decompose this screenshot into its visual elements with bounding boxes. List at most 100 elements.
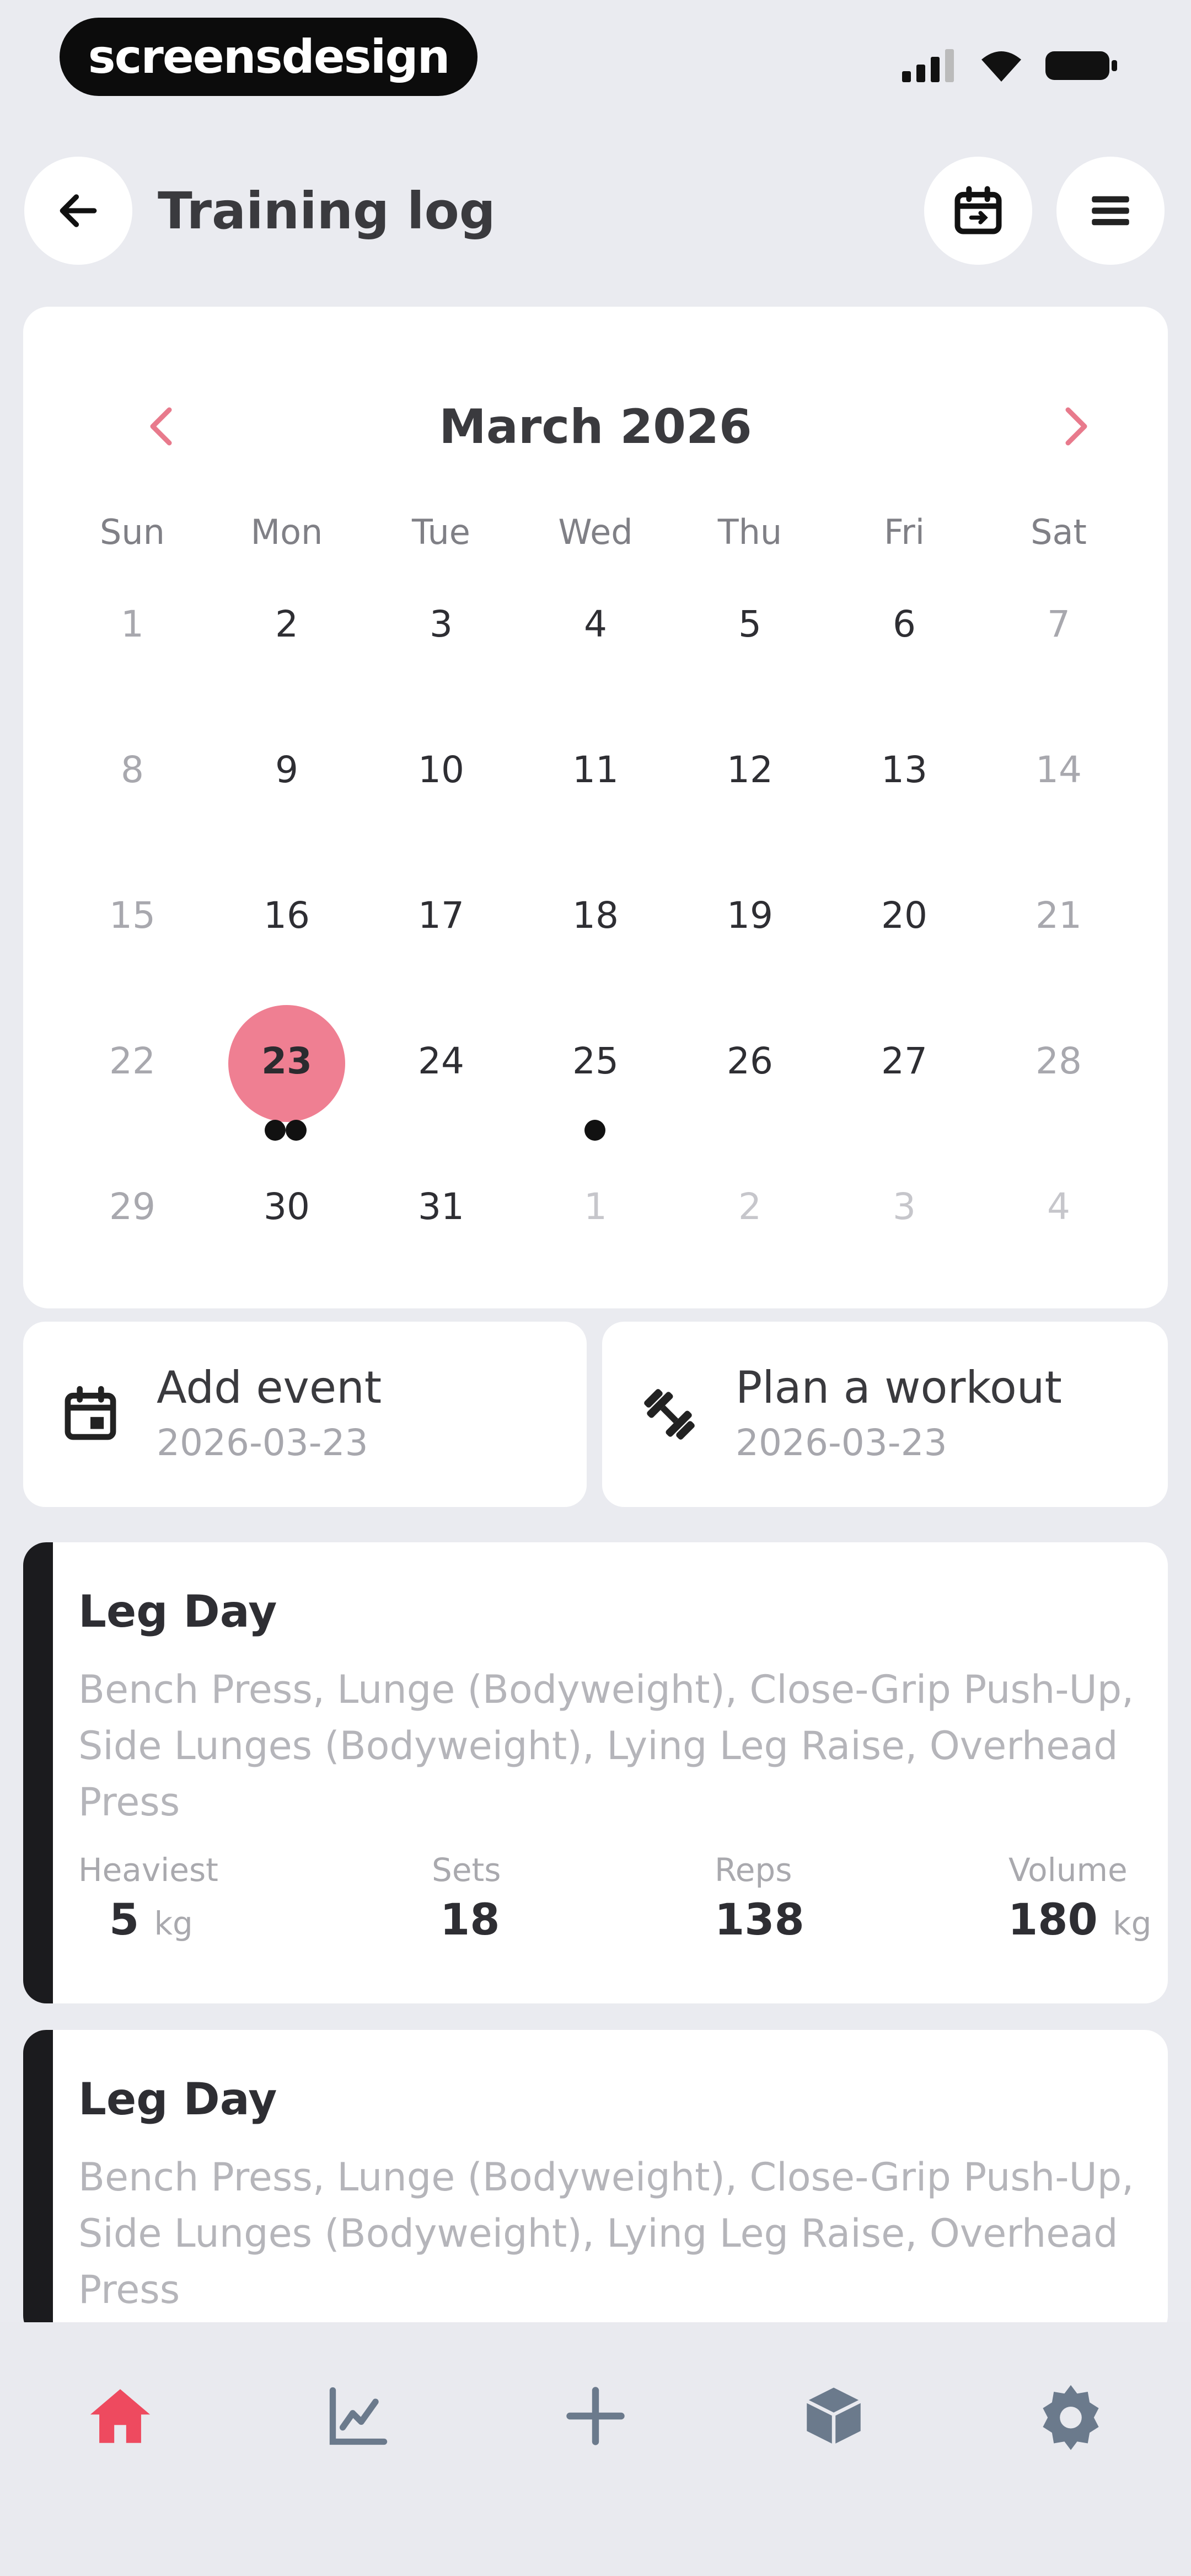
- calendar-day[interactable]: 7: [1004, 602, 1114, 646]
- workout-accent-bar: [23, 2030, 53, 2339]
- weekday-thu: Thu: [717, 512, 782, 552]
- chevron-right-icon: [1065, 407, 1087, 446]
- calendar-day[interactable]: 4: [540, 602, 651, 646]
- nav-settings[interactable]: [1027, 2372, 1115, 2460]
- add-event-date: 2026-03-23: [157, 1421, 368, 1464]
- calendar-day[interactable]: 11: [540, 748, 651, 792]
- nav-library[interactable]: [790, 2372, 878, 2460]
- workout-accent-bar: [23, 1542, 53, 2003]
- calendar-day[interactable]: 12: [695, 748, 805, 792]
- calendar-day[interactable]: 17: [386, 894, 496, 938]
- box-icon: [806, 2387, 862, 2445]
- weekday-sun: Sun: [100, 512, 165, 552]
- battery-icon: [1045, 51, 1117, 80]
- workout-title: Leg Day: [78, 2073, 277, 2125]
- stat-reps-label: Reps: [715, 1851, 792, 1889]
- add-event-label: Add event: [157, 1362, 382, 1413]
- plus-icon: [566, 2387, 625, 2445]
- calendar-day[interactable]: 16: [232, 894, 342, 938]
- calendar-day[interactable]: 2: [695, 1185, 805, 1229]
- brand-badge: screensdesign: [60, 18, 478, 96]
- nav-add[interactable]: [551, 2372, 640, 2460]
- page-title: Training log: [158, 181, 496, 241]
- stat-volume-label: Volume: [1008, 1851, 1128, 1889]
- calendar-day[interactable]: 20: [849, 894, 959, 938]
- stat-heaviest-value: 5 kg: [109, 1895, 193, 1945]
- workout-exercises: Bench Press, Lunge (Bodyweight), Close-G…: [78, 1667, 1134, 1825]
- home-icon: [90, 2389, 151, 2443]
- chart-icon: [329, 2387, 388, 2445]
- calendar-day[interactable]: 30: [232, 1185, 342, 1229]
- calendar-day[interactable]: 15: [77, 894, 187, 938]
- training-log-screen: screensdesign Training log March 2026 Su…: [0, 0, 1191, 2576]
- calendar-day[interactable]: 10: [386, 748, 496, 792]
- workout-card[interactable]: Leg Day Bench Press, Lunge (Bodyweight),…: [23, 1542, 1168, 2003]
- back-button[interactable]: [24, 157, 132, 265]
- status-icons: [902, 49, 1118, 83]
- calendar-day[interactable]: 19: [695, 894, 805, 938]
- dumbbell-icon: [644, 1389, 695, 1440]
- event-dot: [265, 1120, 286, 1141]
- calendar-day[interactable]: 3: [849, 1185, 959, 1229]
- weekday-wed: Wed: [558, 512, 633, 552]
- calendar-day[interactable]: 14: [1004, 748, 1114, 792]
- event-dot: [286, 1120, 307, 1141]
- calendar-day[interactable]: 5: [695, 602, 805, 646]
- calendar-day[interactable]: 18: [540, 894, 651, 938]
- calendar-day[interactable]: 27: [849, 1039, 959, 1083]
- weekday-sat: Sat: [1031, 512, 1087, 552]
- calendar-day[interactable]: 29: [77, 1185, 187, 1229]
- calendar-day[interactable]: 22: [77, 1039, 187, 1083]
- back-arrow-icon: [60, 194, 97, 227]
- calendar-day[interactable]: 21: [1004, 894, 1114, 938]
- calendar-add-icon: [65, 1386, 116, 1440]
- list-view-button[interactable]: [1056, 157, 1165, 265]
- bottom-nav: [0, 2322, 1191, 2576]
- month-title: March 2026: [439, 399, 752, 455]
- calendar-day[interactable]: 4: [1004, 1185, 1114, 1229]
- nav-stats[interactable]: [314, 2372, 403, 2460]
- workout-card[interactable]: Leg Day Bench Press, Lunge (Bodyweight),…: [23, 2030, 1168, 2339]
- volume-number: 180: [1008, 1895, 1098, 1945]
- stat-sets-value: 18: [440, 1895, 500, 1945]
- plan-workout-date: 2026-03-23: [736, 1421, 947, 1464]
- calendar-card: March 2026 Sun Mon Tue Wed Thu Fri Sat 1…: [23, 307, 1168, 1308]
- weekday-mon: Mon: [250, 512, 323, 552]
- nav-home[interactable]: [76, 2372, 164, 2460]
- weekday-tue: Tue: [412, 512, 470, 552]
- workout-exercises: Bench Press, Lunge (Bodyweight), Close-G…: [78, 2155, 1134, 2312]
- calendar-day[interactable]: 9: [232, 748, 342, 792]
- calendar-day[interactable]: 31: [386, 1185, 496, 1229]
- wifi-icon: [981, 51, 1021, 82]
- calendar-day[interactable]: 26: [695, 1039, 805, 1083]
- stat-heaviest-label: Heaviest: [78, 1851, 218, 1889]
- calendar-day[interactable]: 6: [849, 602, 959, 646]
- gear-icon: [1043, 2385, 1099, 2450]
- calendar-day[interactable]: 1: [77, 602, 187, 646]
- calendar-day[interactable]: 8: [77, 748, 187, 792]
- next-month-button[interactable]: [1049, 396, 1104, 457]
- calendar-day[interactable]: 28: [1004, 1039, 1114, 1083]
- brand-text: screensdesign: [88, 30, 450, 84]
- calendar-day[interactable]: 1: [540, 1185, 651, 1229]
- heaviest-number: 5: [109, 1895, 140, 1945]
- calendar-day[interactable]: 24: [386, 1039, 496, 1083]
- event-dot: [584, 1120, 605, 1141]
- stat-sets-label: Sets: [432, 1851, 501, 1889]
- calendar-day-selected[interactable]: 23: [232, 1039, 342, 1083]
- signal-icon: [902, 49, 954, 82]
- calendar-day[interactable]: 3: [386, 602, 496, 646]
- add-event-card[interactable]: Add event 2026-03-23: [23, 1322, 587, 1507]
- calendar-day[interactable]: 25: [540, 1039, 651, 1083]
- calendar-day[interactable]: 13: [849, 748, 959, 792]
- weekday-fri: Fri: [884, 512, 925, 552]
- volume-unit: kg: [1112, 1905, 1152, 1942]
- workout-title: Leg Day: [78, 1586, 277, 1637]
- calendar-day[interactable]: 2: [232, 602, 342, 646]
- plan-workout-label: Plan a workout: [736, 1362, 1062, 1413]
- stat-reps-value: 138: [715, 1895, 804, 1945]
- plan-workout-card[interactable]: Plan a workout 2026-03-23: [602, 1322, 1168, 1507]
- calendar-toggle-button[interactable]: [924, 157, 1032, 265]
- list-icon: [1092, 196, 1129, 226]
- calendar-sync-icon: [954, 186, 1002, 234]
